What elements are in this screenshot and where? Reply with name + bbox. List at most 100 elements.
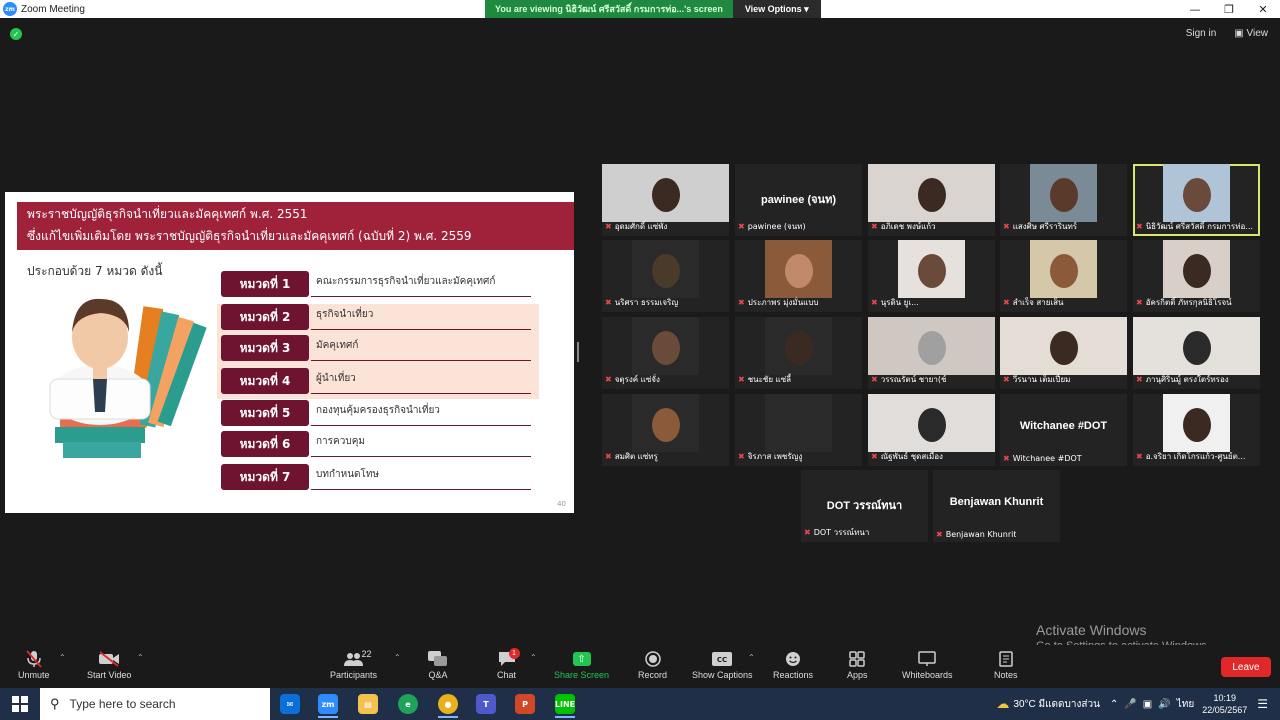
notes-label: Notes <box>994 670 1018 680</box>
view-button[interactable]: ▣ View <box>1234 28 1268 39</box>
taskbar-edge-icon[interactable]: e <box>390 690 426 718</box>
participant-tile[interactable]: ✖ ภานุศิรินมู์ ตรงใตร์ทรอง <box>1133 317 1260 389</box>
participant-tile[interactable]: ✖ นิธิวัฒน์ ศรีสวัสดิ์ กรมการท่อ... <box>1133 164 1260 236</box>
taskbar-clock[interactable]: 10:19 22/05/2567 <box>1202 692 1247 716</box>
participant-video-feed <box>868 394 995 452</box>
leave-button[interactable]: Leave <box>1221 657 1271 677</box>
weather-icon[interactable]: ☁ <box>996 696 1009 712</box>
participant-video-feed <box>1030 240 1097 298</box>
split-divider-handle[interactable] <box>577 342 579 362</box>
taskbar-line-icon[interactable]: LINE <box>547 690 583 718</box>
chapter-desc: ธุรกิจนำเที่ยว <box>316 309 374 320</box>
chapter-desc: คณะกรรมการธุรกิจนำเที่ยวและมัคคุเทศก์ <box>316 276 496 287</box>
close-icon[interactable]: ✕ <box>1246 0 1280 18</box>
participant-tile[interactable]: ✖ วรรณรัตน์ ชายา(ช์ <box>868 317 995 389</box>
activate-windows-title: Activate Windows <box>1036 622 1147 638</box>
participant-name: วีรนาน เต็มเปี่ยม <box>1012 375 1071 384</box>
participant-video-feed <box>765 240 832 298</box>
participant-tile[interactable]: ✖ สมศิต แซ่ทรู <box>602 394 729 466</box>
windows-start-icon[interactable] <box>0 688 40 720</box>
participant-tile[interactable]: ✖ ณัฐพันธ์ ชุดสเมือง <box>868 394 995 466</box>
start-video-button[interactable]: Start Video <box>87 648 131 680</box>
participant-tile[interactable]: ✖ จิรภาส เพชรัญงู <box>735 394 862 466</box>
participant-name: แสงศิษ ศรีรารินทร์ <box>1012 222 1078 231</box>
participant-tile[interactable]: ✖ ชนะชัย แซ่ลี้ <box>735 317 862 389</box>
notes-button[interactable]: Notes <box>994 648 1018 680</box>
participant-tile[interactable]: ✖ นุรดิน ยูเ... <box>868 240 995 312</box>
participant-tile[interactable]: ✖ จตุรงค์ แซ่จั่ง <box>602 317 729 389</box>
participant-tile[interactable]: ✖ อภิเดช พงษ์แก้ว <box>868 164 995 236</box>
participant-video-feed <box>632 394 699 452</box>
participant-name: สำเร็จ สายเส็น <box>1012 298 1064 307</box>
microphone-tray-icon[interactable]: 🎤 <box>1124 699 1136 710</box>
captions-caret-icon[interactable]: ⌃ <box>748 653 755 662</box>
weather-text[interactable]: 30°C มีแดดบางส่วน <box>1013 697 1100 712</box>
participant-name: ณัฐพันธ์ ชุดสเมือง <box>880 452 943 461</box>
show-captions-label: Show Captions <box>692 670 753 680</box>
taskbar-teams-icon[interactable]: T <box>468 690 504 718</box>
tray-overflow-icon[interactable]: ⌃ <box>1110 699 1118 710</box>
encryption-shield-icon[interactable]: ✓ <box>10 28 22 40</box>
record-button[interactable]: Record <box>638 648 667 680</box>
start-video-label: Start Video <box>87 670 132 680</box>
participant-tile[interactable]: ✖ วีรนาน เต็มเปี่ยม <box>1000 317 1127 389</box>
participant-tile[interactable]: ✖ สำเร็จ สายเส็น <box>1000 240 1127 312</box>
whiteboards-button[interactable]: Whiteboards <box>902 648 953 680</box>
taskbar-search-input[interactable]: ⚲ Type here to search <box>40 688 270 720</box>
taskbar-powerpoint-icon[interactable]: P <box>507 690 543 718</box>
participant-tile[interactable]: ✖ ประภาพร มุ่งมั่นแบบ <box>735 240 862 312</box>
apps-button[interactable]: Apps <box>847 648 868 680</box>
taskbar-file-explorer-icon[interactable]: ▤ <box>350 690 386 718</box>
participant-video-feed <box>1133 317 1260 375</box>
share-screen-icon: ⇧ <box>572 648 591 670</box>
network-icon[interactable]: ▣ <box>1143 699 1152 710</box>
participant-video-feed <box>632 240 699 298</box>
participant-name-label: ✖ จตุรงค์ แซ่จั่ง <box>605 373 660 386</box>
minimize-icon[interactable]: — <box>1178 0 1212 18</box>
audio-options-caret-icon[interactable]: ⌃ <box>59 653 66 662</box>
participant-tile[interactable]: DOT วรรณ์ทนา ✖ DOT วรรณ์ทนา <box>801 470 928 542</box>
participant-tile[interactable]: ✖ แสงศิษ ศรีรารินทร์ <box>1000 164 1127 236</box>
participants-caret-icon[interactable]: ⌃ <box>394 653 401 662</box>
participant-tile[interactable]: Benjawan Khunrit ✖ Benjawan Khunrit <box>933 470 1060 542</box>
participant-tile[interactable]: ✖ นริศรา ธรรมเจริญ <box>602 240 729 312</box>
screen-share-banner: You are viewing นิธิวัฒน์ ศรีสวัสดิ์ กรม… <box>485 0 821 18</box>
participant-name-label: ✖ pawinee (จนท) <box>738 220 806 233</box>
taskbar-mail-icon[interactable]: ✉ <box>272 690 308 718</box>
chat-button[interactable]: 1 Chat <box>497 648 520 680</box>
participants-icon: 22 <box>343 648 372 670</box>
participants-button[interactable]: 22 Participants <box>330 648 377 680</box>
volume-icon[interactable]: 🔊 <box>1158 699 1170 710</box>
chapter-label: หมวดที่ 4 <box>221 368 309 394</box>
sign-in-button[interactable]: Sign in <box>1186 28 1217 39</box>
share-screen-button[interactable]: ⇧ Share Screen <box>554 648 609 680</box>
chapter-label: หมวดที่ 7 <box>221 464 309 490</box>
notifications-icon[interactable]: ☰ <box>1257 697 1268 711</box>
participant-video-feed <box>1000 317 1127 375</box>
chapter-label: หมวดที่ 2 <box>221 304 309 330</box>
participant-tile[interactable]: ✖ อัครกิตติ์ ภัทรกุลนิธิโรจน์ <box>1133 240 1260 312</box>
taskbar-zoom-icon[interactable]: zm <box>310 690 346 718</box>
participants-label: Participants <box>330 670 378 680</box>
microphone-muted-icon: ✖ <box>1003 375 1010 384</box>
microphone-muted-icon: ✖ <box>605 222 612 231</box>
restore-icon[interactable]: ❐ <box>1212 0 1246 18</box>
chat-icon: 1 <box>498 648 520 670</box>
participant-tile[interactable]: ✖ อุดมศักดิ์ แซ่พัง <box>602 164 729 236</box>
microphone-muted-icon: ✖ <box>1136 298 1143 307</box>
chat-caret-icon[interactable]: ⌃ <box>530 653 537 662</box>
microphone-muted-icon: ✖ <box>1136 452 1143 461</box>
qa-button[interactable]: Q&A <box>428 648 448 680</box>
video-options-caret-icon[interactable]: ⌃ <box>137 653 144 662</box>
view-options-button[interactable]: View Options ▾ <box>732 0 821 18</box>
show-captions-button[interactable]: CC Show Captions <box>692 648 753 680</box>
participant-tile[interactable]: Witchanee #DOT ✖ Witchanee #DOT <box>1000 394 1127 466</box>
participant-name-label: ✖ DOT วรรณ์ทนา <box>804 526 869 539</box>
participant-tile[interactable]: ✖ อ.จริยา เกิดโกรแก้ว-ศูนย์ต... <box>1133 394 1260 466</box>
participant-name: อัครกิตติ์ ภัทรกุลนิธิโรจน์ <box>1145 298 1232 307</box>
language-indicator[interactable]: ไทย <box>1177 697 1194 712</box>
taskbar-chrome-icon[interactable]: ● <box>430 690 466 718</box>
unmute-button[interactable]: Unmute <box>18 648 50 680</box>
participant-tile[interactable]: pawinee (จนท) ✖ pawinee (จนท) <box>735 164 862 236</box>
reactions-button[interactable]: Reactions <box>773 648 813 680</box>
